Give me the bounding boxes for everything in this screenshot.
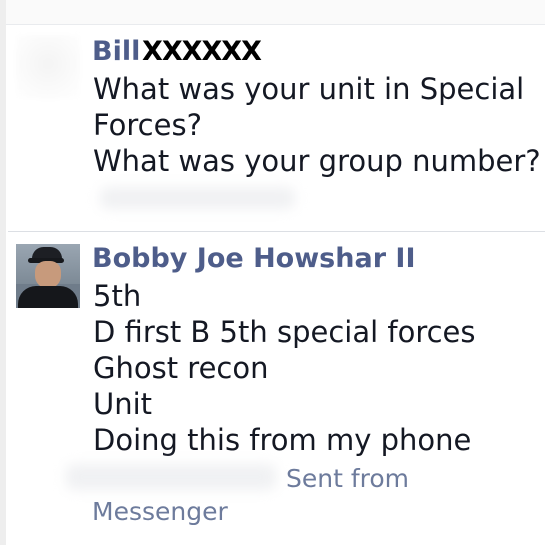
message-body: 5th D first B 5th special forces Ghost r… (93, 278, 476, 458)
sender-name[interactable]: Bill (92, 35, 140, 69)
messenger-link[interactable]: Messenger (92, 495, 228, 529)
message-line: What was your unit in Special (93, 72, 525, 106)
top-edge (0, 0, 545, 25)
sender-first-name[interactable]: Bill (92, 36, 140, 67)
message-line: D first B 5th special forces (93, 315, 476, 349)
sent-from-label: Sent from (286, 464, 410, 493)
message-line: Ghost recon (93, 351, 269, 385)
blurred-timestamp (100, 187, 295, 209)
avatar[interactable] (16, 244, 80, 308)
avatar[interactable] (16, 35, 80, 99)
message-line: Doing this from my phone (93, 423, 472, 457)
avatar-shirt (18, 286, 78, 308)
message-line: Forces? (93, 108, 202, 142)
message-line: Unit (93, 387, 153, 421)
message-thread: Bill XXXXXX What was your unit in Specia… (0, 0, 545, 545)
message-item[interactable]: Bobby Joe Howshar II 5th D first B 5th s… (0, 232, 545, 545)
message-item[interactable]: Bill XXXXXX What was your unit in Specia… (0, 25, 545, 230)
blurred-timestamp (66, 464, 276, 490)
message-line: What was your group number? (93, 144, 541, 178)
sender-name[interactable]: Bobby Joe Howshar II (92, 242, 416, 276)
redaction-mark: XXXXXX (142, 36, 262, 67)
avatar-face (35, 261, 61, 288)
message-body: What was your unit in Special Forces? Wh… (93, 71, 541, 179)
message-line: 5th (93, 279, 142, 313)
